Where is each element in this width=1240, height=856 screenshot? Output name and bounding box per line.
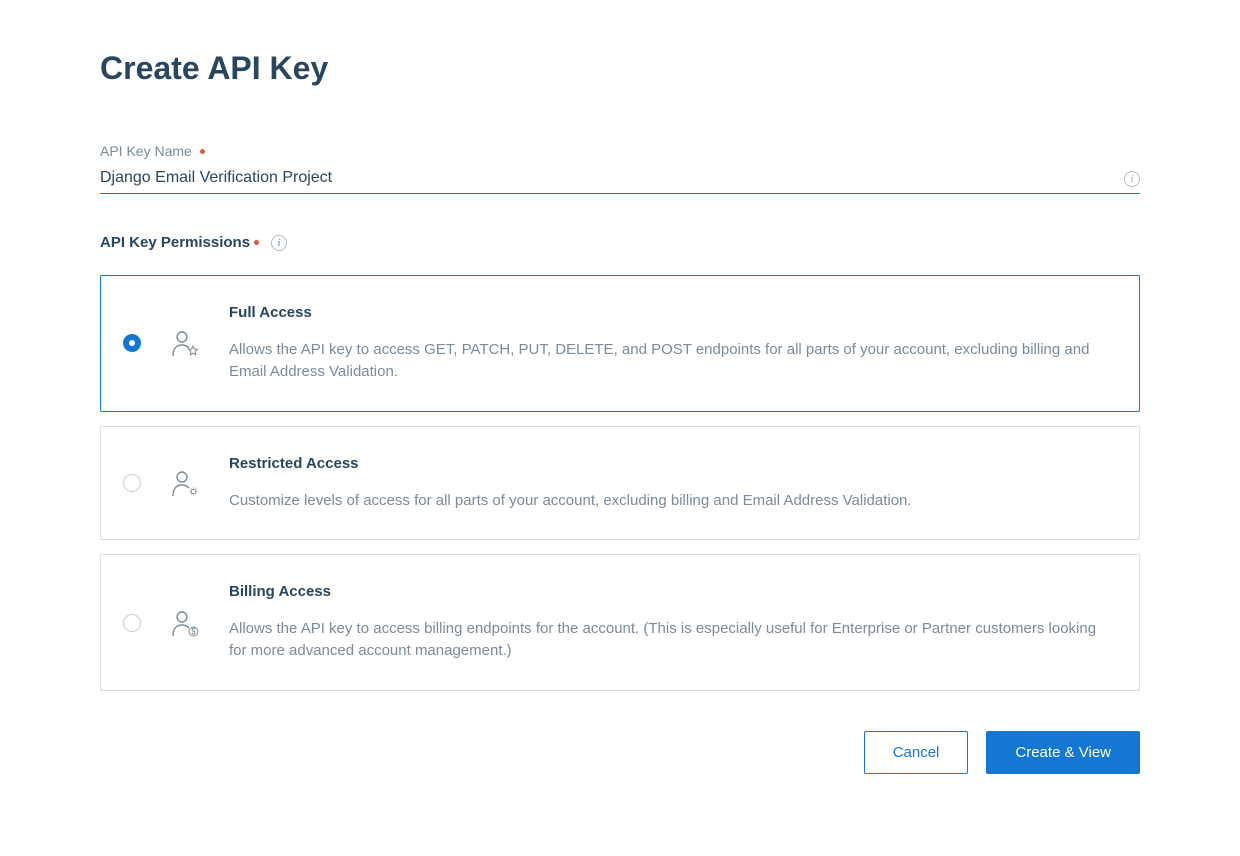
page-title: Create API Key: [100, 50, 1140, 87]
user-gear-icon: [171, 469, 199, 497]
permissions-label: API Key Permissions i: [100, 234, 1140, 251]
action-bar: Cancel Create & View: [100, 731, 1140, 774]
info-icon[interactable]: i: [1124, 171, 1140, 187]
required-indicator-icon: [200, 149, 205, 154]
permission-option-restricted-access[interactable]: Restricted Access Customize levels of ac…: [100, 426, 1140, 541]
permission-description: Allows the API key to access GET, PATCH,…: [229, 339, 1117, 383]
radio-icon: [123, 614, 141, 632]
required-indicator-icon: [254, 240, 259, 245]
permission-description: Customize levels of access for all parts…: [229, 490, 1117, 512]
user-star-icon: [171, 329, 199, 357]
create-view-button[interactable]: Create & View: [986, 731, 1140, 774]
permission-description: Allows the API key to access billing end…: [229, 618, 1117, 662]
permissions-label-text: API Key Permissions: [100, 234, 250, 251]
api-key-name-label: API Key Name: [100, 143, 1140, 159]
api-key-name-label-text: API Key Name: [100, 143, 192, 159]
user-dollar-icon: [171, 609, 199, 637]
radio-icon: [123, 474, 141, 492]
info-icon[interactable]: i: [271, 235, 287, 251]
radio-icon: [123, 334, 141, 352]
api-key-name-group: API Key Name i: [100, 143, 1140, 194]
permission-title: Full Access: [229, 304, 1117, 321]
permissions-group: API Key Permissions i Full Access Allows…: [100, 234, 1140, 691]
permission-option-full-access[interactable]: Full Access Allows the API key to access…: [100, 275, 1140, 412]
permission-title: Restricted Access: [229, 455, 1117, 472]
cancel-button[interactable]: Cancel: [864, 731, 969, 774]
api-key-name-input-row: i: [100, 165, 1140, 194]
permission-option-billing-access[interactable]: Billing Access Allows the API key to acc…: [100, 554, 1140, 691]
permission-title: Billing Access: [229, 583, 1117, 600]
api-key-name-input[interactable]: [100, 165, 1124, 193]
